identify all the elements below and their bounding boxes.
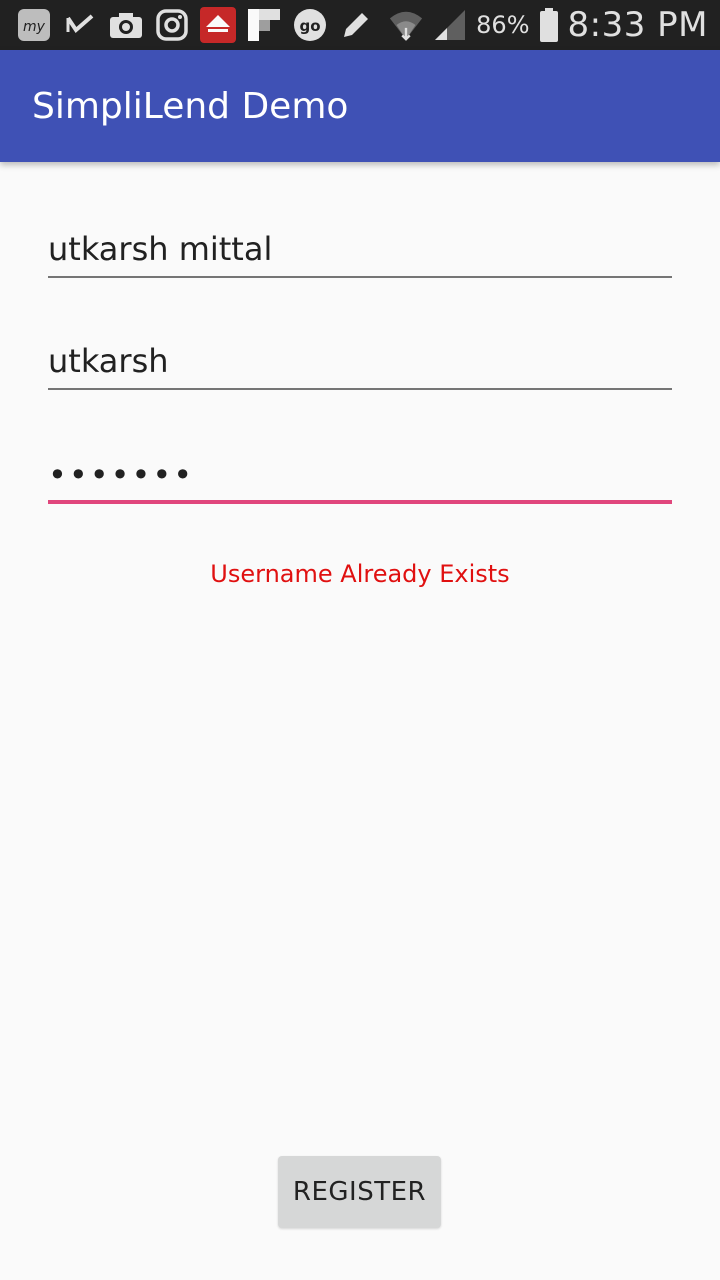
wifi-icon: [388, 7, 424, 43]
svg-text:my: my: [23, 19, 46, 35]
signal-icon: [432, 7, 468, 43]
password-field[interactable]: •••••••: [48, 448, 672, 504]
username-field-value: utkarsh: [48, 342, 169, 380]
username-field[interactable]: utkarsh: [48, 334, 672, 390]
error-message: Username Already Exists: [210, 560, 510, 588]
battery-percentage: 86%: [476, 11, 530, 39]
battery-icon: [538, 7, 560, 43]
goibibo-icon: go: [292, 7, 328, 43]
system-status: 86% 8:33 PM: [388, 5, 720, 45]
myntra-icon: my: [16, 7, 52, 43]
flipboard-icon: [246, 7, 282, 43]
pencil-icon: [338, 7, 374, 43]
svg-text:go: go: [299, 17, 320, 35]
username-field-underline: [48, 388, 672, 390]
password-field-value: •••••••: [48, 456, 195, 494]
app-title: SimpliLend Demo: [32, 85, 349, 127]
clock: 8:33 PM: [567, 5, 708, 45]
check-mark-icon: [62, 7, 98, 43]
name-field-value: utkarsh mittal: [48, 230, 273, 268]
password-field-underline: [48, 500, 672, 504]
register-button[interactable]: REGISTER: [278, 1156, 441, 1228]
app-bar: SimpliLend Demo: [0, 50, 720, 162]
name-field-underline: [48, 276, 672, 278]
camera-icon: [108, 7, 144, 43]
instagram-icon: [154, 7, 190, 43]
notification-icons: my go: [0, 7, 374, 43]
status-bar: my go 86% 8:33 PM: [0, 0, 720, 50]
name-field[interactable]: utkarsh mittal: [48, 222, 672, 278]
pizza-hut-icon: [200, 7, 236, 43]
